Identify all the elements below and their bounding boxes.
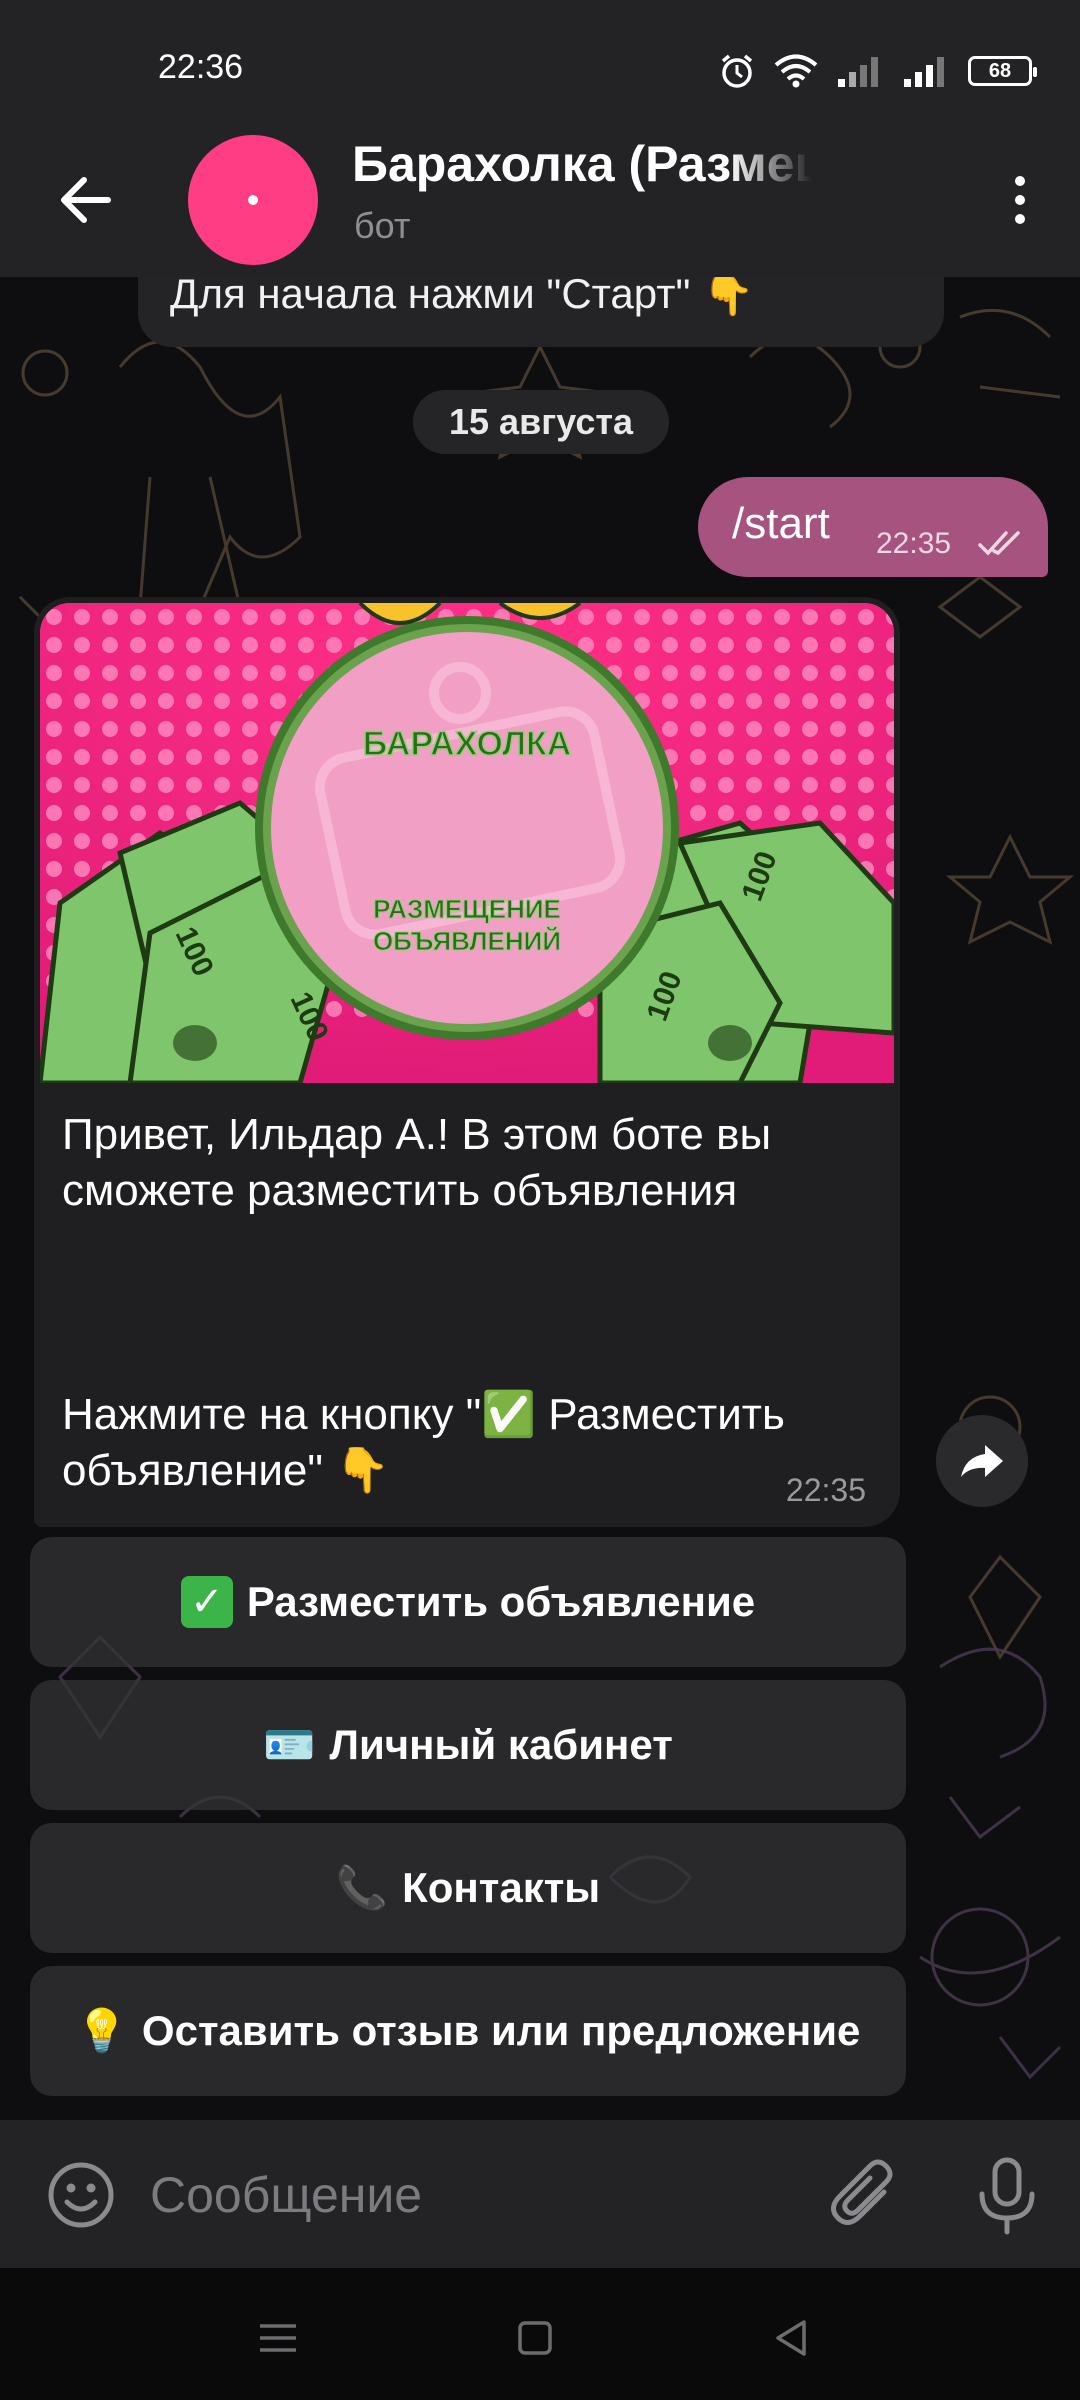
outgoing-message[interactable]: /start 22:35: [698, 477, 1048, 577]
banner-title: БАРАХОЛКА: [363, 725, 572, 763]
nav-back-button[interactable]: [762, 2308, 822, 2368]
battery-icon: 68: [968, 56, 1037, 86]
signal-icon-2: [904, 57, 944, 87]
chat-subtitle: бот: [354, 205, 411, 246]
keyboard-button-post-ad[interactable]: ✓ Разместить объявление: [30, 1537, 906, 1667]
id-card-icon: 🪪: [263, 1720, 316, 1768]
message-input[interactable]: Сообщение: [150, 2166, 422, 2224]
signal-icon: [838, 57, 878, 87]
attach-icon: [831, 2159, 893, 2225]
share-icon: [961, 1445, 1003, 1477]
nav-menu-icon: [260, 2324, 296, 2352]
keyboard-button-label: Контакты: [402, 1864, 601, 1911]
status-time: 22:36: [158, 48, 244, 86]
keyboard-button-label: Оставить отзыв или предложение: [141, 2007, 861, 2054]
date-separator: 15 августа: [413, 390, 669, 454]
back-button[interactable]: [50, 165, 120, 235]
chat-header: Барахолка (Размещение объявлений) бот: [0, 135, 1080, 277]
mic-button[interactable]: [972, 2156, 1042, 2236]
outgoing-message-time: 22:35: [876, 527, 952, 560]
phone-icon: 📞: [335, 1863, 389, 1911]
message-input-bar: Сообщение: [0, 2120, 1080, 2268]
chat-area[interactable]: Для начала нажми "Старт" 👇 15 августа /s…: [0, 277, 1080, 2120]
system-nav-bar: [0, 2268, 1080, 2400]
status-bar: 22:36 68: [0, 0, 1080, 135]
nav-back-icon: [776, 2320, 806, 2356]
previous-message-text: Для начала нажми "Старт" 👇: [170, 277, 755, 317]
keyboard-button-label: Разместить объявление: [246, 1578, 756, 1625]
alarm-icon: [721, 54, 753, 88]
more-options-button[interactable]: [990, 165, 1050, 235]
keyboard-button-contacts[interactable]: 📞 Контакты: [30, 1823, 906, 1953]
outgoing-message-text: /start: [732, 499, 830, 548]
mic-icon: [979, 2157, 1035, 2235]
battery-level: 68: [988, 59, 1012, 82]
chat-title[interactable]: Барахолка (Размещение объявлений): [352, 135, 812, 193]
status-icons: 68: [718, 52, 1037, 90]
keyboard-button-feedback[interactable]: 💡 Оставить отзыв или предложение: [30, 1966, 906, 2096]
wifi-icon: [774, 54, 818, 88]
keyboard-button-account[interactable]: 🪪 Личный кабинет: [30, 1680, 906, 1810]
bot-message[interactable]: 100 100 100 100 БАРАХОЛКА РАЗМЕЩЕНИЕ ОБЪ…: [34, 597, 900, 1527]
bot-avatar[interactable]: [188, 135, 318, 265]
bot-message-time: 22:35: [785, 1472, 866, 1508]
emoji-icon: [48, 2162, 114, 2228]
bot-banner-image[interactable]: 100 100 100 100 БАРАХОЛКА РАЗМЕЩЕНИЕ ОБЪ…: [40, 603, 894, 1083]
bot-message-text-2: Нажмите на кнопку "✅ Разместить объявлен…: [62, 1390, 785, 1495]
emoji-button[interactable]: [46, 2160, 116, 2230]
lightbulb-icon: 💡: [75, 2006, 128, 2054]
back-arrow-icon: [61, 177, 111, 223]
double-check-icon: [978, 531, 1020, 556]
nav-menu-button[interactable]: [248, 2308, 308, 2368]
attach-button[interactable]: [830, 2158, 900, 2232]
banner-subtitle-1: РАЗМЕЩЕНИЕ: [373, 894, 561, 924]
nav-home-button[interactable]: [505, 2308, 565, 2368]
share-button[interactable]: [936, 1415, 1028, 1507]
keyboard-button-label: Личный кабинет: [329, 1721, 673, 1768]
previous-message[interactable]: Для начала нажми "Старт" 👇: [138, 277, 944, 347]
bot-message-text-1: Привет, Ильдар А.! В этом боте вы сможет…: [62, 1110, 772, 1215]
check-mark-icon: ✓: [180, 1576, 233, 1628]
banner-subtitle-2: ОБЪЯВЛЕНИЙ: [373, 926, 561, 956]
nav-home-icon: [518, 2321, 552, 2355]
